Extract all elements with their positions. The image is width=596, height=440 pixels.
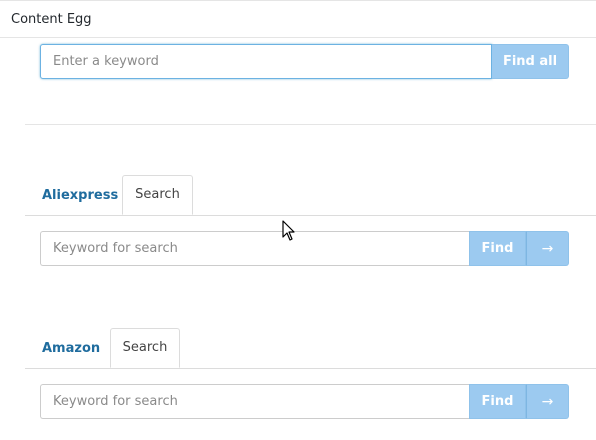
- amazon-find-button[interactable]: Find: [469, 384, 526, 419]
- aliexpress-arrow-button[interactable]: →: [526, 231, 569, 266]
- module-name-aliexpress[interactable]: Aliexpress: [42, 188, 118, 203]
- keyword-input[interactable]: [40, 44, 492, 79]
- amazon-search-bar: Find →: [40, 384, 569, 419]
- tab-search-aliexpress[interactable]: Search: [122, 175, 193, 215]
- amazon-search-input[interactable]: [40, 384, 469, 419]
- aliexpress-search-bar: Find →: [40, 231, 569, 266]
- panel-header: Content Egg: [0, 0, 596, 38]
- amazon-arrow-button[interactable]: →: [526, 384, 569, 419]
- find-all-button[interactable]: Find all: [492, 44, 569, 79]
- module-tabs: Amazon Search: [25, 328, 596, 369]
- arrow-right-icon: →: [541, 240, 554, 257]
- module-tabs: Aliexpress Search: [25, 175, 596, 216]
- aliexpress-find-button[interactable]: Find: [469, 231, 526, 266]
- mouse-pointer-icon: [282, 220, 295, 241]
- arrow-right-icon: →: [541, 393, 554, 410]
- module-aliexpress: Aliexpress Search Find →: [25, 175, 596, 266]
- divider: [25, 124, 596, 125]
- module-name-amazon[interactable]: Amazon: [42, 341, 100, 356]
- module-amazon: Amazon Search Find →: [25, 328, 596, 419]
- aliexpress-search-input[interactable]: [40, 231, 469, 266]
- panel-title: Content Egg: [11, 12, 92, 27]
- tab-search-amazon[interactable]: Search: [110, 328, 180, 368]
- keyword-search-bar: Find all: [40, 44, 569, 79]
